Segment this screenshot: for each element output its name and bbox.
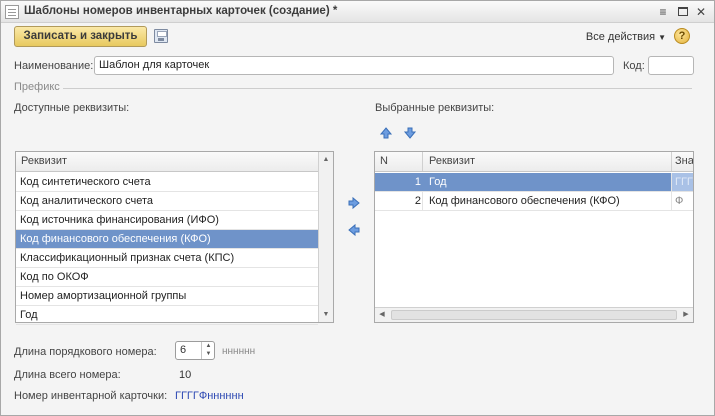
stepper-down-icon[interactable]: ▼: [202, 350, 215, 358]
column-header-value[interactable]: Значе: [675, 155, 693, 167]
stepper-up-icon[interactable]: ▲: [202, 342, 215, 350]
scroll-up-icon[interactable]: ▲: [319, 152, 333, 167]
horizontal-scrollbar[interactable]: ◀ ▶: [375, 307, 693, 322]
available-attributes-label: Доступные реквизиты:: [14, 102, 130, 114]
table-row[interactable]: Код синтетического счета: [16, 173, 318, 192]
close-icon[interactable]: ✕: [694, 5, 708, 19]
table-header: N Реквизит Значе: [375, 152, 693, 172]
window-menu-icon[interactable]: ≡: [656, 5, 670, 19]
code-label: Код:: [623, 60, 645, 72]
row-attribute: Год: [429, 176, 447, 188]
help-icon[interactable]: ?: [674, 28, 690, 44]
all-actions-label: Все действия: [585, 31, 656, 43]
card-number-label: Номер инвентарной карточки:: [14, 390, 168, 402]
total-length-label: Длина всего номера:: [14, 369, 121, 381]
seq-length-label: Длина порядкового номера:: [14, 346, 157, 358]
scroll-down-icon[interactable]: ▼: [319, 307, 333, 322]
form-icon: [5, 5, 19, 19]
row-value: ГГГГ: [675, 176, 693, 188]
scroll-thumb[interactable]: [391, 310, 677, 320]
vertical-scrollbar[interactable]: ▲ ▼: [318, 152, 333, 322]
row-value: Ф: [675, 195, 684, 207]
table-row[interactable]: Код по ОКОФ: [16, 268, 318, 287]
available-attributes-table: Реквизит Код синтетического счета Код ана…: [15, 151, 334, 325]
scroll-right-icon[interactable]: ▶: [679, 308, 693, 322]
table-row[interactable]: Год: [16, 306, 318, 325]
total-length-value: 10: [179, 369, 192, 381]
table-row[interactable]: Код финансового обеспечения (КФО): [16, 230, 318, 249]
maximize-icon[interactable]: [676, 5, 690, 19]
row-attribute: Код финансового обеспечения (КФО): [429, 195, 620, 207]
table-row[interactable]: Классификационный признак счета (КПС): [16, 249, 318, 268]
seq-length-stepper[interactable]: ▲ ▼: [201, 342, 214, 359]
prefix-section-title: Префикс: [14, 81, 60, 93]
name-label: Наименование:: [14, 60, 94, 72]
name-input[interactable]: Шаблон для карточек: [94, 56, 614, 75]
row-number: 1: [414, 176, 421, 188]
seq-mask: нннннн: [222, 346, 256, 357]
table-row[interactable]: 2 Код финансового обеспечения (КФО) Ф: [375, 192, 693, 211]
add-arrow-icon[interactable]: [347, 196, 361, 210]
column-header-n[interactable]: N: [380, 155, 388, 167]
table-row[interactable]: 1 Год ГГГГ: [375, 173, 693, 192]
window-title: Шаблоны номеров инвентарных карточек (со…: [24, 5, 338, 17]
column-header-attribute[interactable]: Реквизит: [429, 155, 475, 167]
title-bar: Шаблоны номеров инвентарных карточек (со…: [1, 1, 714, 23]
save-icon[interactable]: [154, 29, 168, 43]
move-down-icon[interactable]: [403, 126, 417, 140]
chevron-down-icon: ▼: [658, 33, 666, 42]
card-number-value: ГГГГФнннннн: [175, 390, 244, 402]
form-window: Шаблоны номеров инвентарных карточек (со…: [0, 0, 715, 416]
save-and-close-button[interactable]: Записать и закрыть: [14, 26, 147, 47]
all-actions-menu[interactable]: Все действия ▼: [586, 31, 666, 43]
selected-attributes-table: N Реквизит Значе 1 Год ГГГГ 2 Код финансовог…: [374, 151, 694, 323]
table-row[interactable]: Номер амортизационной группы: [16, 287, 318, 306]
section-divider: [63, 88, 692, 89]
table-row[interactable]: Код аналитического счета: [16, 192, 318, 211]
table-header: Реквизит: [16, 152, 333, 172]
remove-arrow-icon[interactable]: [347, 223, 361, 237]
table-row[interactable]: Код источника финансирования (ИФО): [16, 211, 318, 230]
row-number: 2: [414, 195, 421, 207]
selected-attributes-label: Выбранные реквизиты:: [375, 102, 495, 114]
scroll-left-icon[interactable]: ◀: [375, 308, 389, 322]
move-up-icon[interactable]: [379, 126, 393, 140]
code-input[interactable]: [648, 56, 694, 75]
column-header-attribute[interactable]: Реквизит: [21, 155, 67, 167]
